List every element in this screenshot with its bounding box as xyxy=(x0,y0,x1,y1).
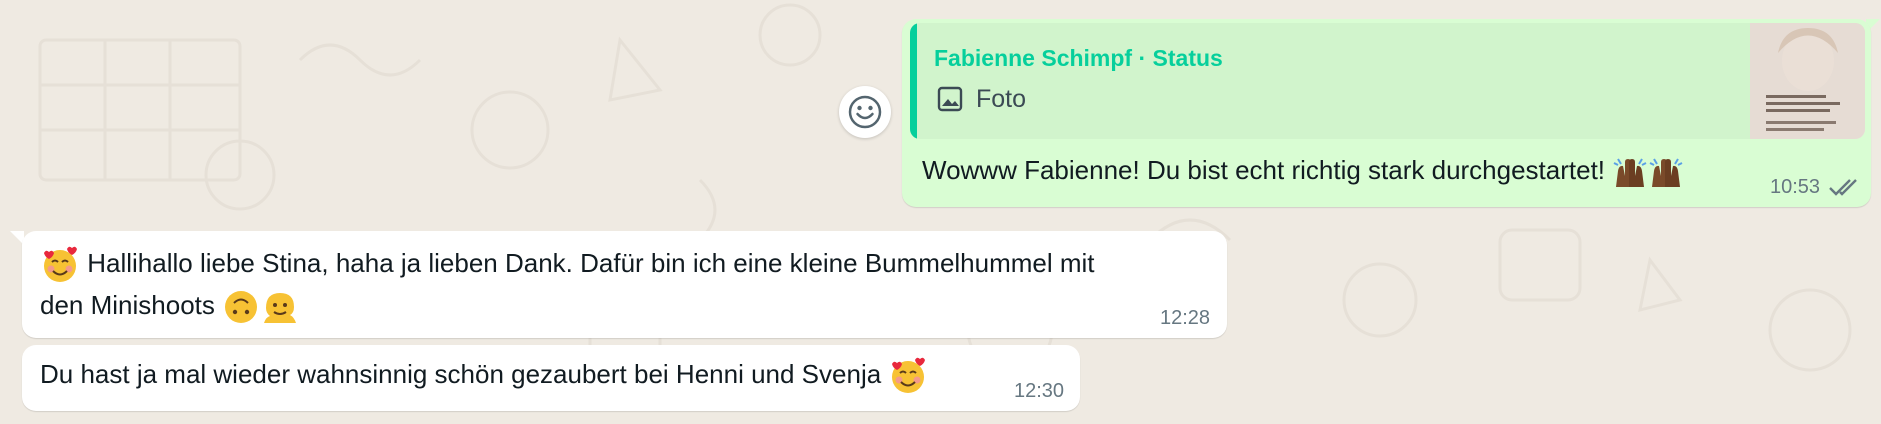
smiling-face-with-hearts-icon xyxy=(892,357,926,394)
read-double-check-icon xyxy=(1829,179,1857,196)
quote-author: Fabienne Schimpf · Status xyxy=(934,45,1223,71)
upside-down-face-icon xyxy=(225,291,258,324)
incoming-message-text: Hallihallo liebe Stina, haha ja lieben D… xyxy=(40,243,1095,326)
raising-hands-icon xyxy=(1613,158,1647,188)
incoming-message-time: 12:30 xyxy=(1014,380,1065,402)
smiley-icon xyxy=(848,95,882,129)
quote-accent-bar xyxy=(910,23,917,139)
incoming-message-body: Du hast ja mal wieder wahnsinnig schön g… xyxy=(40,359,882,389)
raising-hands-icon xyxy=(1649,158,1683,188)
quoted-status-reply[interactable]: Fabienne Schimpf · Status Foto xyxy=(910,23,1865,139)
incoming-message-line2: den Minishoots xyxy=(40,290,215,321)
incoming-message-line1: Hallihallo liebe Stina, haha ja lieben D… xyxy=(87,248,1095,278)
photo-icon xyxy=(937,86,963,112)
smiling-face-with-hearts-icon xyxy=(44,246,77,283)
status-photo-thumbnail xyxy=(1750,23,1865,139)
outgoing-message-time: 10:53 xyxy=(1770,176,1821,198)
melting-face-icon xyxy=(264,293,297,324)
react-emoji-button[interactable] xyxy=(839,86,891,138)
incoming-message-time: 12:28 xyxy=(1160,307,1211,329)
quote-media-type: Foto xyxy=(976,85,1027,113)
incoming-message-text: Du hast ja mal wieder wahnsinnig schön g… xyxy=(40,354,928,396)
outgoing-message-body: Wowww Fabienne! Du bist echt richtig sta… xyxy=(922,155,1606,185)
outgoing-message-text: Wowww Fabienne! Du bist echt richtig sta… xyxy=(922,155,1684,189)
